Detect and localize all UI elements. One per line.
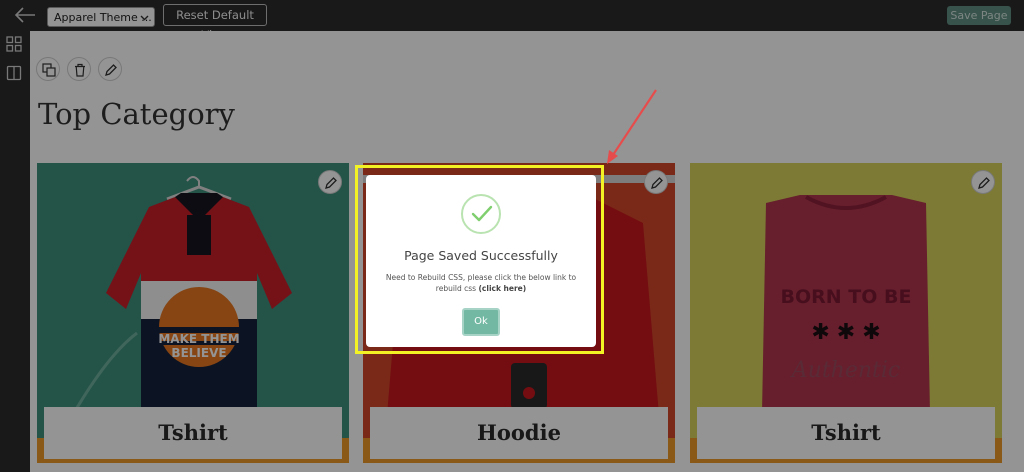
success-dialog: Page Saved Successfully Need to Rebuild … [366, 175, 596, 347]
dialog-title: Page Saved Successfully [404, 248, 558, 263]
ok-button[interactable]: Ok [462, 308, 500, 336]
dialog-message: Need to Rebuild CSS, please click the be… [380, 272, 582, 294]
success-check-icon [461, 194, 501, 234]
rebuild-css-link[interactable]: (click here) [479, 284, 527, 293]
